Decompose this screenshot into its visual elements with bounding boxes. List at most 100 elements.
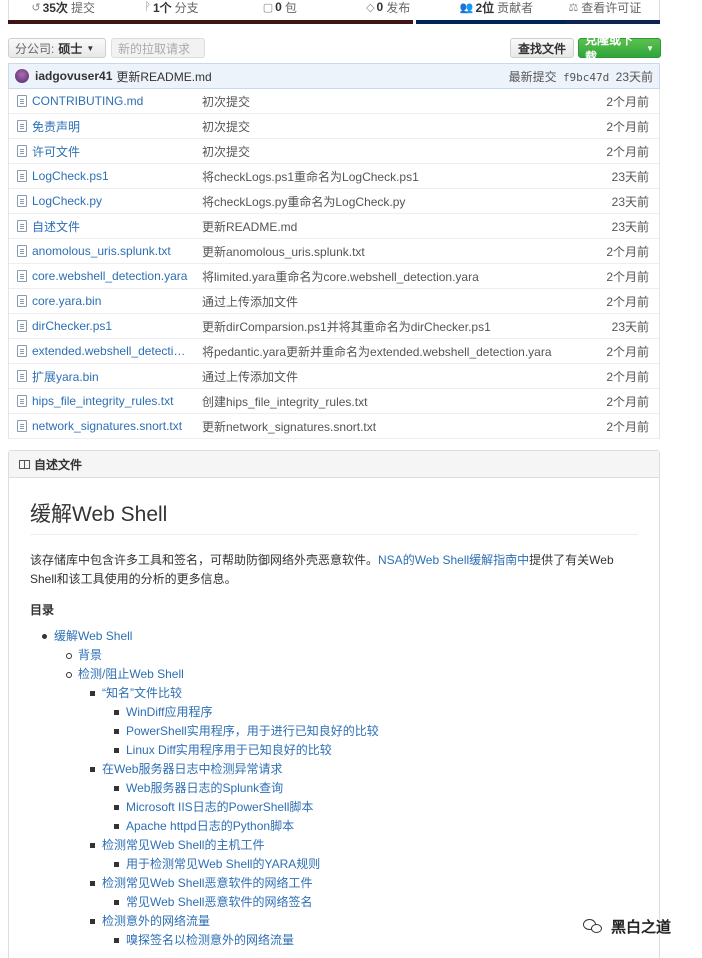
avatar[interactable]: [15, 69, 29, 83]
table-row: dirChecker.ps1 更新dirComparsion.ps1并将其重命名为…: [9, 314, 659, 339]
file-name-link[interactable]: hips_file_integrity_rules.txt: [32, 394, 192, 408]
toc-link[interactable]: 检测意外的网络流量: [90, 912, 638, 931]
chevron-down-icon: ▼: [86, 43, 95, 53]
toc-link[interactable]: 检测常见Web Shell的主机工件: [90, 836, 638, 855]
file-icon: [17, 220, 27, 232]
file-commit-message-link[interactable]: 更新network_signatures.snort.txt: [202, 418, 599, 435]
guidance-link[interactable]: NSA的Web Shell缓解指南中: [378, 553, 529, 567]
commit-message-link[interactable]: 更新README.md: [116, 68, 211, 85]
language-bar[interactable]: [8, 20, 660, 24]
file-name-link[interactable]: 扩展yara.bin: [32, 368, 192, 385]
file-name-link[interactable]: CONTRIBUTING.md: [32, 94, 192, 108]
language-segment-python: [416, 20, 566, 24]
file-name-link[interactable]: LogCheck.ps1: [32, 169, 192, 183]
commit-meta: 最新提交 f9bc47d 23天前: [508, 69, 653, 84]
commit-age: 23天前: [615, 69, 653, 84]
latest-commit-bar: iadgovuser41 更新README.md 最新提交 f9bc47d 23…: [8, 63, 660, 89]
readme-title: 缓解Web Shell: [30, 498, 638, 535]
file-commit-message-link[interactable]: 创建hips_file_integrity_rules.txt: [202, 393, 599, 410]
file-commit-message-link[interactable]: 通过上传添加文件: [202, 293, 599, 310]
table-row: core.yara.bin 通过上传添加文件 2个月前: [9, 289, 659, 314]
file-name-link[interactable]: network_signatures.snort.txt: [32, 419, 192, 433]
branch-select-button[interactable]: 分公司: 硕士 ▼: [8, 38, 106, 58]
law-icon: ⚖: [568, 1, 579, 14]
toc-link[interactable]: 嗅探签名以检测意外的网络流量: [114, 931, 638, 950]
toc-link[interactable]: 在Web服务器日志中检测异常请求: [90, 760, 638, 779]
file-commit-message-link[interactable]: 初次提交: [202, 118, 599, 135]
file-commit-message-link[interactable]: 初次提交: [202, 93, 599, 110]
file-icon: [17, 170, 27, 182]
toc-link[interactable]: Microsoft IIS日志的PowerShell脚本: [114, 798, 638, 817]
file-icon: [17, 145, 27, 157]
tag-icon: ◇: [366, 1, 375, 14]
file-icon: [17, 395, 27, 407]
file-commit-message-link[interactable]: 将checkLogs.ps1重命名为LogCheck.ps1: [202, 168, 599, 185]
toc-link[interactable]: 常见Web Shell恶意软件的网络签名: [114, 893, 638, 912]
file-navigation: 分公司: 硕士 ▼ 新的拉取请求 查找文件 克隆或下载 ▼: [8, 33, 661, 64]
file-commit-message-link[interactable]: 将checkLogs.py重命名为LogCheck.py: [202, 193, 599, 210]
file-icon: [17, 420, 27, 432]
watermark: 黑白之道: [583, 916, 671, 937]
people-icon: 👥: [459, 1, 474, 14]
file-age: 2个月前: [606, 269, 649, 284]
toc-link[interactable]: WinDiff应用程序: [114, 703, 638, 722]
toc-link[interactable]: 背景: [66, 646, 638, 665]
file-icon: [17, 345, 27, 357]
table-of-contents: 缓解Web Shell 背景 检测/阻止Web Shell “知名”文件比较 WinDi…: [30, 627, 638, 950]
file-age: 2个月前: [606, 144, 649, 159]
toc-link[interactable]: 检测/阻止Web Shell: [66, 665, 638, 684]
file-age: 2个月前: [606, 394, 649, 409]
branch-icon: ᚹ: [144, 1, 151, 13]
commit-sha-link[interactable]: f9bc47d: [563, 71, 609, 84]
file-commit-message-link[interactable]: 将pedantic.yara更新并重命名为extended.webshell_d…: [202, 343, 599, 360]
new-pull-request-button[interactable]: 新的拉取请求: [111, 38, 205, 58]
toc-link[interactable]: Apache httpd日志的Python脚本: [114, 817, 638, 836]
file-name-link[interactable]: LogCheck.py: [32, 194, 192, 208]
file-icon: [17, 270, 27, 282]
file-age: 2个月前: [606, 419, 649, 434]
clone-download-button[interactable]: 克隆或下载 ▼: [578, 33, 661, 64]
table-row: extended.webshell_detecti… 将pedantic.yara…: [9, 339, 659, 364]
file-list: CONTRIBUTING.md 初次提交 2个月前 免责声明 初次提交 2个月前 许可文件初…: [8, 89, 660, 439]
toc-link[interactable]: 缓解Web Shell: [42, 627, 638, 646]
table-row: CONTRIBUTING.md 初次提交 2个月前: [9, 89, 659, 114]
table-row: LogCheck.ps1 将checkLogs.ps1重命名为LogCheck.p…: [9, 164, 659, 189]
file-commit-message-link[interactable]: 将limited.yara重命名为core.webshell_detection…: [202, 268, 599, 285]
find-file-button[interactable]: 查找文件: [510, 38, 574, 58]
file-commit-message-link[interactable]: 更新README.md: [202, 218, 599, 235]
table-row: core.webshell_detection.yara 将limited.yar…: [9, 264, 659, 289]
toc-title: 目录: [30, 603, 55, 617]
toc-link[interactable]: Web服务器日志的Splunk查询: [114, 779, 638, 798]
file-commit-message-link[interactable]: 更新anomolous_uris.splunk.txt: [202, 243, 599, 260]
file-name-link[interactable]: dirChecker.ps1: [32, 319, 192, 333]
file-age: 2个月前: [606, 344, 649, 359]
chevron-down-icon: ▼: [646, 43, 654, 53]
table-row: anomolous_uris.splunk.txt 更新anomolous_uri…: [9, 239, 659, 264]
commit-author-link[interactable]: iadgovuser41: [35, 69, 112, 83]
toc-link[interactable]: “知名”文件比较: [90, 684, 638, 703]
file-age: 2个月前: [606, 369, 649, 384]
file-name-link[interactable]: core.webshell_detection.yara: [32, 269, 192, 283]
file-name-link[interactable]: 自述文件: [32, 218, 192, 235]
file-name-link[interactable]: extended.webshell_detecti…: [32, 344, 192, 358]
file-icon: [17, 295, 27, 307]
file-name-link[interactable]: anomolous_uris.splunk.txt: [32, 244, 192, 258]
file-icon: [17, 95, 27, 107]
file-name-link[interactable]: 许可文件: [32, 143, 192, 160]
table-row: network_signatures.snort.txt 更新network_si…: [9, 414, 659, 439]
file-age: 23天前: [611, 219, 649, 234]
table-row: LogCheck.py 将checkLogs.py重命名为LogCheck.py 2…: [9, 189, 659, 214]
toc-link[interactable]: PowerShell实用程序，用于进行已知良好的比较: [114, 722, 638, 741]
toc-link[interactable]: 用于检测常见Web Shell的YARA规则: [114, 855, 638, 874]
toc-link[interactable]: 检测常见Web Shell恶意软件的网络工件: [90, 874, 638, 893]
file-commit-message-link[interactable]: 初次提交: [202, 143, 599, 160]
table-row: 自述文件 更新README.md 23天前: [9, 214, 659, 239]
file-commit-message-link[interactable]: 更新dirComparsion.ps1并将其重命名为dirChecker.ps1: [202, 318, 599, 335]
file-commit-message-link[interactable]: 通过上传添加文件: [202, 368, 599, 385]
readme-intro: 该存储库中包含许多工具和签名，可帮助防御网络外壳恶意软件。NSA的Web She…: [30, 553, 614, 586]
file-age: 2个月前: [606, 244, 649, 259]
toc-link[interactable]: Linux Diff实用程序用于已知良好的比较: [114, 741, 638, 760]
file-name-link[interactable]: 免责声明: [32, 118, 192, 135]
file-name-link[interactable]: core.yara.bin: [32, 294, 192, 308]
table-row: 免责声明 初次提交 2个月前: [9, 114, 659, 139]
